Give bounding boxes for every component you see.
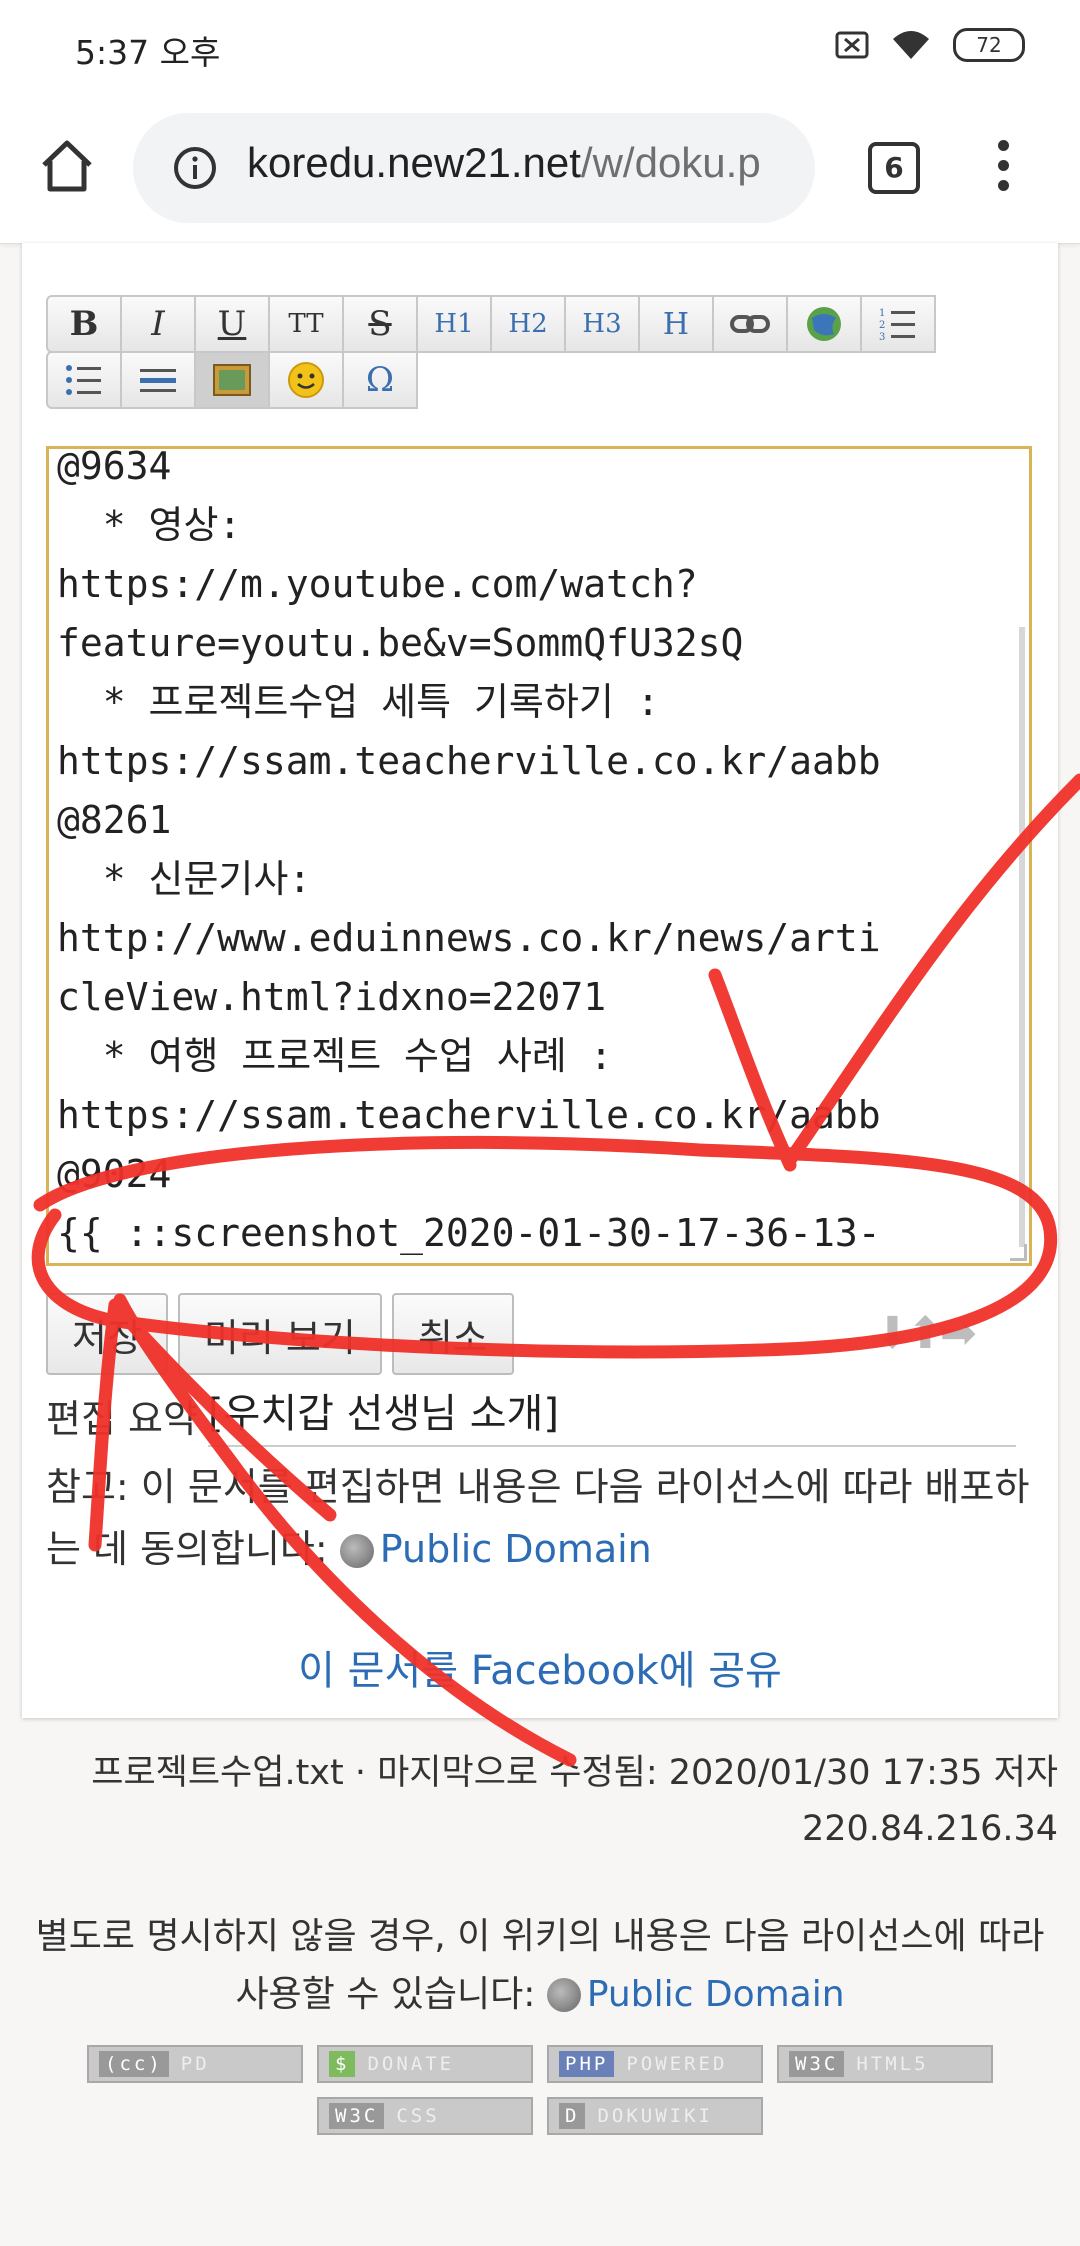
svg-text:3: 3: [879, 332, 885, 342]
svg-text:2: 2: [879, 320, 885, 331]
resize-arrows-icon[interactable]: ⬇⬆➡: [874, 1308, 977, 1359]
external-link-button[interactable]: [786, 295, 862, 353]
link-button[interactable]: [712, 295, 788, 353]
smiley-icon: [288, 362, 324, 398]
wifi-icon: [893, 31, 929, 59]
footer-license: 별도로 명시하지 않을 경우, 이 위키의 내용은 다음 라이선스에 따라 사용…: [20, 1908, 1060, 2024]
docinfo-text: 프로젝트수업.txt · 마지막으로 수정됨: 2020/01/30 17:35…: [91, 1753, 1058, 1793]
unordered-list-icon: [66, 365, 101, 395]
w3c-css-badge[interactable]: W3C CSS: [317, 2097, 533, 2135]
omega-icon: Ω: [365, 360, 395, 400]
dokuwiki-badge[interactable]: D DOKUWIKI: [547, 2097, 763, 2135]
horizontal-rule-icon: [140, 369, 176, 392]
url-path: /w/doku.p: [580, 139, 761, 186]
underline-button[interactable]: U: [194, 295, 270, 353]
heading-menu-button[interactable]: H: [638, 295, 714, 353]
summary-row: 편집 요약 [우치갑 선생님 소개]: [46, 1383, 1016, 1447]
link-icon: [730, 315, 770, 333]
editor-toolbar: B I U TT S H1 H2 H3 H 123 Ω: [46, 295, 1006, 409]
preview-button[interactable]: 미리 보기: [177, 1293, 382, 1375]
footer-public-domain-link[interactable]: Public Domain: [587, 1974, 845, 2015]
globe-icon: [339, 1534, 374, 1568]
footer-license-text: 별도로 명시하지 않을 경우, 이 위키의 내용은 다음 라이선스에 따라 사용…: [35, 1916, 1045, 2015]
edit-buttons: 저장 미리 보기 취소: [46, 1293, 514, 1375]
donate-badge[interactable]: $ DONATE: [317, 2045, 533, 2083]
php-powered-badge[interactable]: PHP POWERED: [547, 2045, 763, 2083]
cancel-button[interactable]: 취소: [391, 1293, 514, 1375]
public-domain-link[interactable]: Public Domain: [380, 1527, 652, 1571]
tab-switcher-button[interactable]: 6: [868, 142, 920, 194]
wiki-text-editor[interactable]: @9634 * 영상: https://m.youtube.com/watch?…: [46, 446, 1032, 1266]
svg-text:1: 1: [879, 308, 885, 319]
heading-same-icon: H1: [434, 309, 474, 339]
more-menu-icon[interactable]: [995, 140, 1011, 192]
info-icon[interactable]: [173, 146, 217, 190]
editor-resize-handle[interactable]: [1010, 1244, 1027, 1261]
ordered-list-button[interactable]: 123: [860, 295, 936, 353]
url-text[interactable]: koredu.new21.net/w/doku.p: [247, 139, 761, 187]
heading-higher-icon: H3: [582, 309, 622, 339]
bold-button[interactable]: B: [46, 295, 122, 353]
status-time: 5:37 오후: [75, 33, 221, 72]
italic-button[interactable]: I: [120, 295, 196, 353]
unordered-list-button[interactable]: [46, 351, 122, 409]
image-icon: [213, 364, 251, 396]
document-info: 프로젝트수업.txt · 마지막으로 수정됨: 2020/01/30 17:35…: [30, 1745, 1058, 1857]
heading-lower-button[interactable]: H2: [490, 295, 566, 353]
footer-badges: (cc) PD $ DONATE PHP POWERED W3C HTML5 W3C CS…: [0, 2045, 1080, 2149]
image-button[interactable]: [194, 351, 270, 409]
save-button[interactable]: 저장: [46, 1293, 168, 1375]
edit-panel: B I U TT S H1 H2 H3 H 123 Ω @9634 * 영상: …: [22, 243, 1058, 1718]
address-bar[interactable]: koredu.new21.net/w/doku.p: [133, 113, 815, 223]
heading-higher-button[interactable]: H3: [564, 295, 640, 353]
status-bar: 5:37 오후 72: [0, 0, 1080, 95]
heading-same-button[interactable]: H1: [416, 295, 492, 353]
editor-scrollbar[interactable]: [1019, 627, 1025, 1247]
no-sim-icon: [835, 31, 869, 59]
horizontal-rule-button[interactable]: [120, 351, 196, 409]
home-icon[interactable]: [38, 137, 96, 195]
browser-toolbar: koredu.new21.net/w/doku.p 6: [0, 95, 1080, 244]
strikethrough-button[interactable]: S: [342, 295, 418, 353]
editor-content[interactable]: @9634 * 영상: https://m.youtube.com/watch?…: [57, 449, 1017, 1263]
globe-icon: [807, 307, 841, 341]
license-note: 참고: 이 문서를 편집하면 내용은 다음 라이선스에 따라 배포하는 데 동의…: [46, 1456, 1036, 1580]
facebook-share-link[interactable]: 이 문서를 Facebook에 공유: [22, 1638, 1058, 1696]
battery-icon: 72: [953, 28, 1025, 62]
url-host: koredu.new21.net: [247, 139, 581, 186]
ordered-list-icon: 123: [879, 308, 915, 342]
docinfo-author: 220.84.216.34: [801, 1809, 1058, 1849]
cc-pd-badge[interactable]: (cc) PD: [87, 2045, 303, 2083]
globe-icon: [546, 1978, 581, 2012]
w3c-html5-badge[interactable]: W3C HTML5: [777, 2045, 993, 2083]
heading-lower-icon: H2: [508, 309, 548, 339]
summary-input[interactable]: [우치갑 선생님 소개]: [207, 1383, 1016, 1447]
smiley-button[interactable]: [268, 351, 344, 409]
summary-label: 편집 요약: [46, 1396, 198, 1441]
special-chars-button[interactable]: Ω: [342, 351, 418, 409]
status-icons: 72: [835, 28, 1025, 62]
monospace-button[interactable]: TT: [268, 295, 344, 353]
heading-icon: H: [662, 306, 690, 342]
